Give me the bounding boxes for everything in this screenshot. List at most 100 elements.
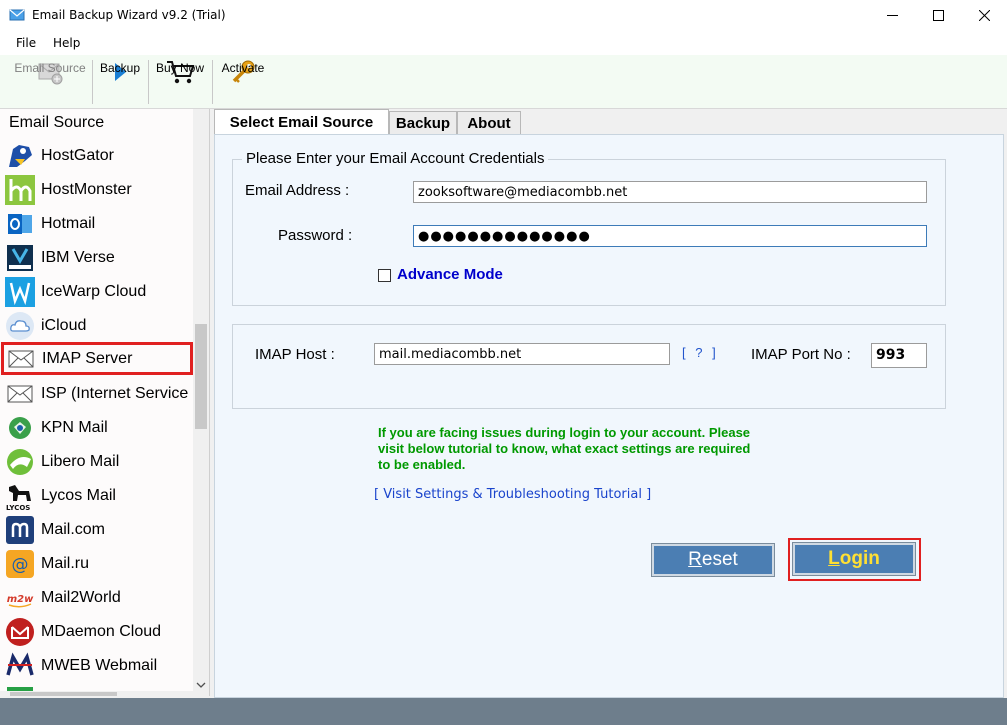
sidebar-item-label: KPN Mail xyxy=(41,418,108,436)
backup-button[interactable]: Backup xyxy=(96,58,144,106)
login-help-notice: If you are facing issues during login to… xyxy=(378,425,750,473)
sidebar-item-hostmonster[interactable]: HostMonster xyxy=(2,173,192,206)
sidebar-item-libero-mail[interactable]: Libero Mail xyxy=(2,445,192,478)
title-bar: Email Backup Wizard v9.2 (Trial) xyxy=(0,0,1007,31)
reset-button[interactable]: Reset xyxy=(651,543,775,577)
sidebar-item-mailru[interactable]: @ Mail.ru xyxy=(2,547,192,580)
sidebar-item-label: IBM Verse xyxy=(41,248,115,266)
envelope-icon xyxy=(8,350,34,367)
tab-about[interactable]: About xyxy=(457,111,521,135)
troubleshooting-tutorial-link[interactable]: [ Visit Settings & Troubleshooting Tutor… xyxy=(374,487,651,502)
sidebar-item-lycos-mail[interactable]: LYCOS Lycos Mail xyxy=(2,479,192,512)
imap-port-input[interactable]: 993 xyxy=(871,343,927,368)
sidebar-item-label: Mail2World xyxy=(41,588,121,606)
close-icon xyxy=(978,10,990,21)
mdaemon-icon xyxy=(6,617,34,646)
sidebar-item-label: IMAP Server xyxy=(42,349,133,367)
minimize-icon xyxy=(886,15,898,16)
sidebar-item-label: ISP (Internet Service xyxy=(41,384,189,402)
kpn-icon xyxy=(9,416,31,439)
sidebar-item-label: HostMonster xyxy=(41,180,132,198)
sidebar-item-mweb-webmail[interactable]: MWEB Webmail xyxy=(2,649,192,682)
maximize-button[interactable] xyxy=(915,0,961,31)
buy-now-button[interactable]: Buy Now xyxy=(152,58,208,106)
toolbar: Email Source Backup Buy Now Activate xyxy=(0,55,1007,109)
sidebar-vertical-scrollbar[interactable] xyxy=(193,109,209,696)
mailcom-icon xyxy=(6,515,34,544)
scroll-down-arrow-icon[interactable] xyxy=(196,681,206,689)
imap-host-input[interactable]: mail.mediacombb.net xyxy=(374,343,670,365)
password-input[interactable]: ●●●●●●●●●●●●●● xyxy=(413,225,927,247)
sidebar-item-mdaemon-cloud[interactable]: MDaemon Cloud xyxy=(2,615,192,648)
minimize-button[interactable] xyxy=(869,0,915,31)
sidebar-item-mailcom[interactable]: Mail.com xyxy=(2,513,192,546)
toolbar-divider xyxy=(212,60,213,104)
status-bar xyxy=(0,698,1007,725)
notice-line: visit below tutorial to know, what exact… xyxy=(378,441,751,456)
sidebar-item-label: Mail.com xyxy=(41,520,106,538)
toolbar-divider xyxy=(92,60,93,104)
login-label: Login xyxy=(828,548,880,569)
sidebar-item-isp[interactable]: ISP (Internet Service xyxy=(2,377,192,410)
email-address-input[interactable]: zooksoftware@mediacombb.net xyxy=(413,181,927,203)
window-title: Email Backup Wizard v9.2 (Trial) xyxy=(32,8,226,22)
login-button[interactable]: Login xyxy=(792,542,916,576)
sidebar-item-label: MWEB Webmail xyxy=(41,656,158,674)
menu-help[interactable]: Help xyxy=(53,36,80,50)
sidebar-item-hostgator[interactable]: HostGator xyxy=(2,139,192,172)
sidebar-item-label: IceWarp Cloud xyxy=(41,282,147,300)
credentials-group-title: Please Enter your Email Account Credenti… xyxy=(242,150,549,167)
svg-text:m2w: m2w xyxy=(7,594,34,605)
scrollbar-thumb[interactable] xyxy=(195,324,207,429)
maximize-icon xyxy=(932,10,944,21)
advance-mode-label[interactable]: Advance Mode xyxy=(397,266,503,283)
scrollbar-thumb[interactable] xyxy=(10,692,117,696)
sidebar-item-kpn-mail[interactable]: KPN Mail xyxy=(2,411,192,444)
email-source-sidebar: Email Source HostGator HostMonster Hotma… xyxy=(0,109,210,696)
app-envelope-icon xyxy=(9,9,25,21)
email-source-button[interactable]: Email Source xyxy=(10,58,90,106)
icewarp-icon xyxy=(5,276,35,307)
svg-text:LYCOS: LYCOS xyxy=(6,504,30,511)
tab-backup[interactable]: Backup xyxy=(389,111,457,135)
close-button[interactable] xyxy=(961,0,1007,31)
icloud-icon xyxy=(6,311,34,340)
password-label: Password : xyxy=(278,227,353,244)
sidebar-item-imap-server[interactable]: IMAP Server xyxy=(1,342,193,375)
mailru-icon: @ xyxy=(6,549,34,578)
libero-icon xyxy=(7,448,33,475)
outlook-icon xyxy=(8,213,32,234)
sidebar-item-icewarp[interactable]: IceWarp Cloud xyxy=(2,275,192,308)
mweb-icon xyxy=(6,652,34,675)
sidebar-item-ibm-verse[interactable]: IBM Verse xyxy=(2,241,192,274)
sidebar-item-label: Lycos Mail xyxy=(41,486,116,504)
backup-label: Backup xyxy=(99,61,141,75)
tab-select-email-source[interactable]: Select Email Source xyxy=(214,109,389,135)
email-address-label: Email Address : xyxy=(245,182,350,199)
sidebar-header: Email Source xyxy=(9,114,105,131)
activate-button[interactable]: Activate xyxy=(216,58,270,106)
advance-mode-checkbox[interactable] xyxy=(378,269,391,282)
menu-file[interactable]: File xyxy=(16,36,36,50)
hostmonster-icon xyxy=(5,174,35,205)
sidebar-item-icloud[interactable]: iCloud xyxy=(2,309,192,342)
reset-label: Reset xyxy=(688,549,738,570)
sidebar-item-hotmail[interactable]: Hotmail xyxy=(2,207,192,240)
sidebar-item-label: iCloud xyxy=(41,316,87,334)
notice-line: If you are facing issues during login to… xyxy=(378,425,751,440)
imap-help-link[interactable]: [ ? ] xyxy=(682,345,719,360)
sidebar-item-label: HostGator xyxy=(41,146,114,164)
sidebar-item-label: Hotmail xyxy=(41,214,96,232)
imap-host-label: IMAP Host : xyxy=(255,346,335,363)
lycos-icon: LYCOS xyxy=(6,484,31,511)
hostgator-icon xyxy=(9,144,32,167)
envelope-icon xyxy=(7,385,33,402)
activate-label: Activate xyxy=(221,61,265,75)
sidebar-item-label: Libero Mail xyxy=(41,452,120,470)
sidebar-item-mail2world[interactable]: m2w Mail2World xyxy=(2,581,192,614)
imap-port-label: IMAP Port No : xyxy=(751,346,851,363)
mail2world-icon: m2w xyxy=(7,594,34,607)
sidebar-horizontal-scrollbar[interactable] xyxy=(0,691,193,696)
imap-group xyxy=(232,324,946,409)
notice-line: to be enabled. xyxy=(378,457,466,472)
